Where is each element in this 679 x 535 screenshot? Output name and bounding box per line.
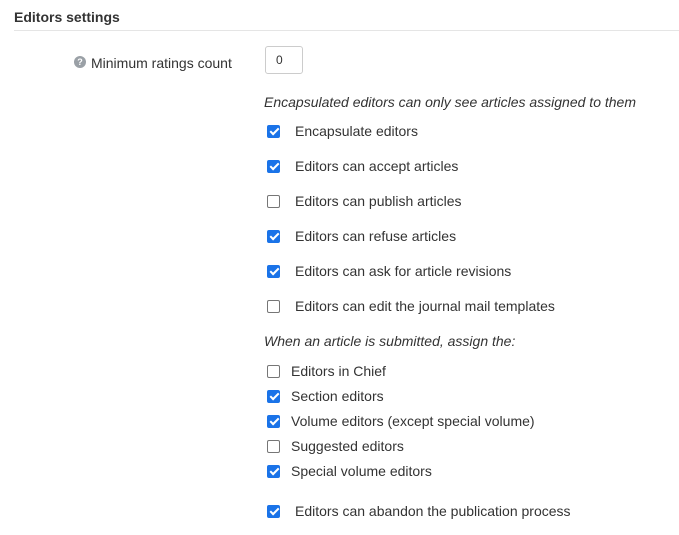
checkbox-label: Editors can publish articles [295, 193, 462, 209]
checkbox-label: Special volume editors [291, 463, 432, 479]
checkbox-accept-articles[interactable] [267, 159, 280, 173]
checkbox-editors-in-chief[interactable] [267, 364, 280, 378]
checkbox-encapsulate-editors[interactable] [267, 124, 280, 138]
checkbox-label: Editors in Chief [291, 363, 386, 379]
question-circle-icon[interactable]: ? [74, 56, 86, 68]
checkbox-suggested-editors[interactable] [267, 439, 280, 453]
encapsulation-note: Encapsulated editors can only see articl… [264, 94, 636, 110]
checkbox-row-ask-revisions[interactable]: Editors can ask for article revisions [267, 263, 511, 279]
checkbox-label: Editors can accept articles [295, 158, 459, 174]
checkbox-label: Editors can abandon the publication proc… [295, 503, 571, 519]
checkbox-row-volume-editors[interactable]: Volume editors (except special volume) [267, 413, 535, 429]
checkbox-volume-editors[interactable] [267, 414, 280, 428]
checkbox-ask-revisions[interactable] [267, 264, 280, 278]
checkbox-label: Editors can refuse articles [295, 228, 457, 244]
checkbox-publish-articles[interactable] [267, 194, 280, 208]
checkbox-row-abandon-publication[interactable]: Editors can abandon the publication proc… [267, 503, 571, 519]
checkbox-row-special-volume-editors[interactable]: Special volume editors [267, 463, 432, 479]
min-ratings-label: Minimum ratings count [91, 55, 232, 71]
checkbox-label: Editors can edit the journal mail templa… [295, 298, 555, 314]
checkbox-label: Suggested editors [291, 438, 404, 454]
checkbox-row-refuse-articles[interactable]: Editors can refuse articles [267, 228, 456, 244]
checkbox-row-publish-articles[interactable]: Editors can publish articles [267, 193, 462, 209]
checkbox-row-edit-mail-templates[interactable]: Editors can edit the journal mail templa… [267, 298, 555, 314]
checkbox-label: Encapsulate editors [295, 123, 418, 139]
checkbox-abandon-publication[interactable] [267, 504, 280, 518]
checkbox-row-section-editors[interactable]: Section editors [267, 388, 384, 404]
checkbox-edit-mail-templates[interactable] [267, 299, 280, 313]
checkbox-special-volume-editors[interactable] [267, 464, 280, 478]
checkbox-row-suggested-editors[interactable]: Suggested editors [267, 438, 404, 454]
checkbox-label: Volume editors (except special volume) [291, 413, 535, 429]
checkbox-row-editors-in-chief[interactable]: Editors in Chief [267, 363, 386, 379]
assign-note: When an article is submitted, assign the… [264, 333, 516, 349]
checkbox-refuse-articles[interactable] [267, 229, 280, 243]
divider [14, 30, 679, 31]
checkbox-row-encapsulate-editors[interactable]: Encapsulate editors [267, 123, 418, 139]
section-title: Editors settings [14, 9, 120, 25]
min-ratings-input[interactable] [265, 46, 303, 74]
checkbox-row-accept-articles[interactable]: Editors can accept articles [267, 158, 458, 174]
checkbox-label: Section editors [291, 388, 384, 404]
checkbox-section-editors[interactable] [267, 389, 280, 403]
checkbox-label: Editors can ask for article revisions [295, 263, 512, 279]
